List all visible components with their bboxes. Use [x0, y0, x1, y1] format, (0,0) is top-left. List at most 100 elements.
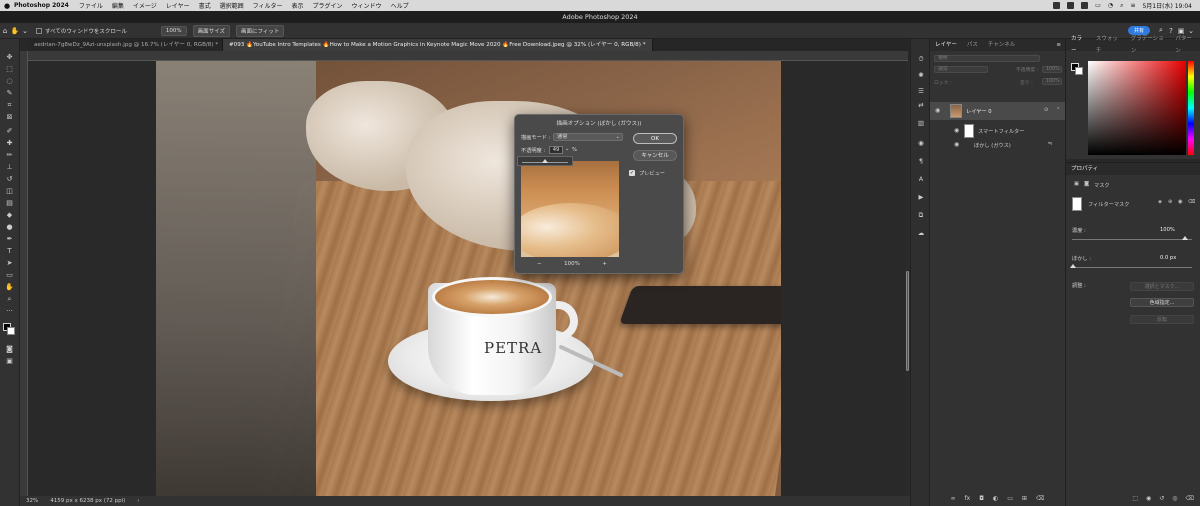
- document-image[interactable]: PETRA: [156, 61, 781, 496]
- chevron-right-icon[interactable]: ›: [137, 498, 139, 504]
- hand-tool-icon[interactable]: ✋: [10, 27, 20, 35]
- apple-icon[interactable]: ●: [0, 2, 14, 10]
- group-icon[interactable]: ▭: [1007, 495, 1013, 505]
- tab-gradients[interactable]: グラデーション: [1126, 33, 1171, 57]
- tab-document-1[interactable]: aedrian-7g8wDz_9Azi-unsplash.jpg @ 16.7%…: [28, 39, 223, 51]
- status-app-icon[interactable]: [1081, 2, 1089, 9]
- feather-slider-knob[interactable]: [1070, 264, 1076, 268]
- move-tool-icon[interactable]: ✥: [4, 53, 15, 62]
- rectangle-tool-icon[interactable]: ▭: [4, 271, 15, 280]
- layer-opacity-value[interactable]: 100%: [1042, 66, 1062, 73]
- dialog-preview-image[interactable]: [521, 161, 619, 257]
- opacity-slider-popup[interactable]: [517, 156, 573, 166]
- status-zoom[interactable]: 32%: [26, 498, 38, 504]
- navigator-icon[interactable]: ⧉: [916, 211, 926, 219]
- app-name-menu[interactable]: Photoshop 2024: [14, 2, 69, 9]
- menu-filter[interactable]: フィルター: [253, 1, 283, 10]
- eyedropper-tool-icon[interactable]: ✐: [4, 127, 15, 136]
- ok-button[interactable]: OK: [633, 133, 677, 144]
- history-brush-icon[interactable]: ↺: [4, 175, 15, 184]
- zoom-out-icon[interactable]: −: [537, 261, 542, 267]
- blur-tool-icon[interactable]: ◆: [4, 211, 15, 220]
- tab-color[interactable]: カラー: [1066, 33, 1091, 57]
- trash-icon[interactable]: ⌫: [1036, 495, 1044, 505]
- pen-tool-icon[interactable]: ✒: [4, 235, 15, 244]
- opacity-slider-knob[interactable]: [542, 159, 548, 163]
- wifi-icon[interactable]: ◔: [1108, 2, 1113, 9]
- feather-slider[interactable]: [1072, 267, 1192, 268]
- visibility-icon[interactable]: ◉: [1146, 495, 1151, 505]
- background-color-swatch[interactable]: [1075, 67, 1083, 75]
- menu-help[interactable]: ヘルプ: [391, 1, 409, 10]
- document-canvas[interactable]: PETRA: [28, 61, 908, 496]
- tab-paths[interactable]: パス: [962, 39, 983, 51]
- eye-icon[interactable]: ◉: [954, 127, 959, 134]
- menu-select[interactable]: 選択範囲: [220, 1, 244, 10]
- frame-tool-icon[interactable]: ⊠: [4, 113, 15, 122]
- path-select-icon[interactable]: ➤: [4, 259, 15, 268]
- quick-select-tool-icon[interactable]: ✎: [4, 89, 15, 98]
- panel-menu-icon[interactable]: ≡: [1056, 42, 1061, 48]
- status-app-icon[interactable]: [1067, 2, 1075, 9]
- marquee-tool-icon[interactable]: ⬚: [4, 65, 15, 74]
- history-panel-icon[interactable]: ⏱: [916, 55, 926, 63]
- layer-row[interactable]: ◉ レイヤー 0 ⊙ ⌃: [930, 102, 1065, 120]
- filter-mask-thumbnail[interactable]: [964, 124, 974, 138]
- menu-image[interactable]: イメージ: [133, 1, 157, 10]
- tab-patterns[interactable]: パターン: [1170, 33, 1200, 57]
- screen-mode-icon[interactable]: ▣: [4, 357, 15, 366]
- density-slider-knob[interactable]: [1182, 236, 1188, 240]
- fill-screen-button[interactable]: 画面にフィット: [235, 24, 285, 37]
- feather-value[interactable]: 0.0 px: [1160, 255, 1176, 261]
- cloud-docs-icon[interactable]: ☁: [916, 229, 926, 237]
- opacity-input[interactable]: 49: [549, 146, 563, 154]
- menu-type[interactable]: 書式: [199, 1, 211, 10]
- home-icon[interactable]: ⌂: [0, 27, 10, 35]
- cancel-button[interactable]: キャンセル: [633, 150, 677, 161]
- gradient-tool-icon[interactable]: ▤: [4, 199, 15, 208]
- menu-plugins[interactable]: プラグイン: [313, 1, 343, 10]
- layer-name[interactable]: レイヤー 0: [966, 108, 992, 115]
- chevron-up-icon[interactable]: ⌃: [1056, 107, 1060, 113]
- healing-brush-icon[interactable]: ✚: [4, 139, 15, 148]
- glyphs-icon[interactable]: ◉: [916, 139, 926, 147]
- properties-icon[interactable]: ⇄: [916, 101, 926, 109]
- zoom-in-icon[interactable]: +: [602, 261, 607, 267]
- brush-settings-icon[interactable]: ✺: [916, 71, 926, 79]
- actions-icon[interactable]: ▶: [916, 193, 926, 201]
- menu-file[interactable]: ファイル: [79, 1, 103, 10]
- fill-value[interactable]: 100%: [1042, 78, 1062, 85]
- zoom-100-button[interactable]: 100%: [160, 25, 187, 36]
- select-pixels-icon[interactable]: ◈: [1158, 199, 1162, 205]
- control-center-icon[interactable]: ≡: [1130, 2, 1135, 9]
- toggle-mask-icon[interactable]: ◉: [1178, 199, 1183, 205]
- color-range-button[interactable]: 色域指定...: [1130, 298, 1194, 307]
- trash-icon[interactable]: ⌫: [1186, 495, 1194, 505]
- battery-icon[interactable]: ▭: [1095, 2, 1101, 9]
- layer-kind-filter[interactable]: 種類: [934, 55, 1040, 62]
- select-and-mask-button[interactable]: 選択とマスク...: [1130, 282, 1194, 291]
- mask-icon[interactable]: ◘: [979, 495, 984, 505]
- fit-screen-button[interactable]: 画面サイズ: [192, 24, 230, 37]
- layer-blend-mode[interactable]: 通常: [934, 66, 988, 73]
- dodge-tool-icon[interactable]: ●: [4, 223, 15, 232]
- hue-slider[interactable]: [1188, 61, 1194, 155]
- more-tools-icon[interactable]: ···: [4, 307, 15, 316]
- reset-icon[interactable]: ↺: [1159, 495, 1164, 505]
- adjustments-icon[interactable]: ☰: [916, 87, 926, 95]
- density-value[interactable]: 100%: [1160, 227, 1175, 233]
- tab-properties[interactable]: プロパティ: [1066, 163, 1103, 175]
- tab-channels[interactable]: チャンネル: [983, 39, 1020, 51]
- apply-mask-icon[interactable]: ⊕: [1168, 199, 1172, 205]
- filter-row[interactable]: ◉ ぼかし (ガウス) ⇋: [930, 140, 1065, 150]
- mask-selection-icon[interactable]: ⬚: [1132, 495, 1138, 505]
- tab-document-2[interactable]: #093 🔥YouTube Intro Templates 🔥How to Ma…: [223, 39, 653, 51]
- type-tool-icon[interactable]: T: [4, 247, 15, 256]
- status-app-icon[interactable]: [1053, 2, 1061, 9]
- character-icon[interactable]: A: [916, 175, 926, 183]
- eraser-tool-icon[interactable]: ◫: [4, 187, 15, 196]
- menu-edit[interactable]: 編集: [112, 1, 124, 10]
- pixel-mask-icon[interactable]: ▣: [1074, 181, 1079, 187]
- blending-options-icon[interactable]: ⇋: [1048, 141, 1052, 147]
- scroll-all-checkbox[interactable]: [36, 27, 42, 34]
